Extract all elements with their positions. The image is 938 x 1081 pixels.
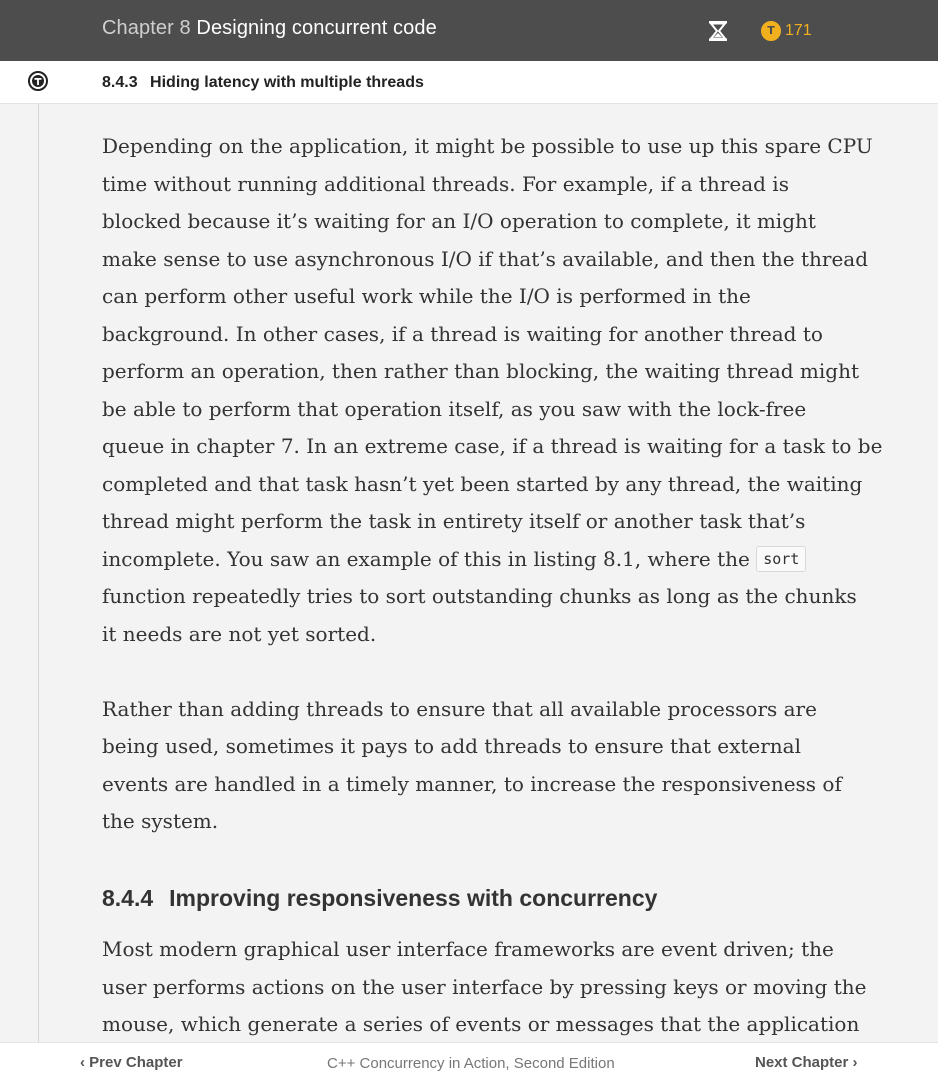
text-line: time without running additional threads.… [102, 171, 789, 196]
text-line: function repeatedly tries to sort outsta… [102, 584, 857, 608]
chapter-number: Chapter 8 [102, 17, 191, 39]
prev-chapter-button[interactable]: ‹ Prev Chapter [80, 1054, 183, 1071]
token-coin-icon[interactable]: T [761, 21, 781, 41]
text-line: the system. [102, 809, 219, 833]
prev-chapter-label: Prev Chapter [89, 1054, 183, 1071]
manning-logo-icon[interactable] [28, 71, 48, 91]
text-line: Depending on the application, it might b… [102, 134, 873, 158]
text-line: can perform other useful work while the … [102, 284, 751, 308]
next-chapter-button[interactable]: Next Chapter › [755, 1054, 858, 1071]
text-line: background. In other cases, if a thread … [102, 321, 823, 346]
text-line: thread might perform the task in entiret… [102, 509, 806, 533]
text-line: perform an operation, then rather than b… [102, 359, 860, 383]
heading-number: 8.4.4 [102, 885, 154, 911]
section-heading: 8.4.4 Improving responsiveness with concu… [102, 878, 837, 918]
section-title: Hiding latency with multiple threads [150, 74, 424, 91]
text-line: it needs are not yet sorted. [102, 621, 377, 646]
chevron-left-icon: ‹ [80, 1054, 85, 1071]
text-line: blocked because it’s waiting for an I/O … [102, 209, 816, 233]
bottom-nav: ‹ Prev Chapter C++ Concurrency in Action… [0, 1042, 938, 1081]
chapter-name: Designing concurrent code [196, 17, 437, 39]
next-chapter-label: Next Chapter [755, 1054, 849, 1071]
text-line: Most modern graphical user interface fra… [102, 937, 834, 961]
text-line: completed and that task hasn’t yet been … [102, 471, 863, 496]
text-span: incomplete. You saw an example of this i… [102, 546, 757, 571]
text-line: be able to perform that operation itself… [102, 396, 807, 421]
book-content: Depending on the application, it might b… [102, 128, 883, 1044]
paragraph: Rather than adding threads to ensure tha… [102, 691, 842, 841]
section-bar: 8.4.3 Hiding latency with multiple threa… [0, 61, 938, 104]
hourglass-icon[interactable] [708, 21, 728, 41]
text-line: make sense to use asynchronous I/O if th… [102, 246, 869, 271]
text-line: user performs actions on the user interf… [102, 974, 867, 999]
text-line: queue in chapter 7. In an extreme case, … [102, 434, 883, 458]
paragraph: Depending on the application, it might b… [102, 128, 883, 653]
margin-rule [38, 103, 39, 1043]
text-line: incomplete. You saw an example of this i… [102, 541, 837, 579]
chevron-right-icon: › [852, 1054, 858, 1071]
text-line: events are handled in a timely manner, t… [102, 771, 842, 796]
book-title[interactable]: C++ Concurrency in Action, Second Editio… [327, 1055, 615, 1072]
current-section[interactable]: 8.4.3 Hiding latency with multiple threa… [102, 74, 424, 92]
top-bar: Chapter 8 Designing concurrent code T 17… [0, 0, 938, 61]
text-line: being used, sometimes it pays to add thr… [102, 734, 801, 758]
text-line: Rather than adding threads to ensure tha… [102, 696, 817, 721]
chapter-title: Chapter 8 Designing concurrent code [102, 17, 437, 40]
paragraph: Most modern graphical user interface fra… [102, 931, 867, 1044]
section-number: 8.4.3 [102, 74, 138, 91]
text-line: mouse, which generate a series of events… [102, 1012, 860, 1036]
inline-code: sort [756, 545, 807, 572]
token-count: 171 [785, 22, 812, 39]
heading-title: Improving responsiveness with concurrenc… [169, 885, 658, 911]
